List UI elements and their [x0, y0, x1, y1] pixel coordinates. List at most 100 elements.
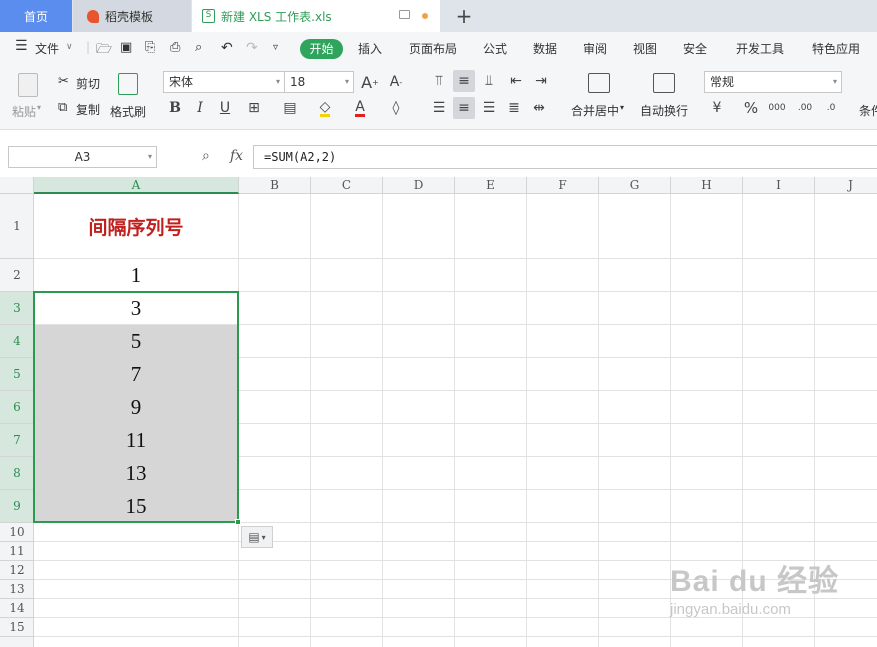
align-right-icon[interactable]: ☰ [478, 97, 500, 119]
fill-color-icon[interactable]: ◇ [314, 97, 336, 119]
menu-developer[interactable]: 开发工具 [736, 40, 784, 57]
name-box[interactable]: A3 ▾ [8, 146, 157, 168]
column-header-f[interactable]: F [527, 177, 599, 194]
decrease-decimal-icon[interactable]: .0 [820, 97, 842, 119]
justify-icon[interactable]: ≣ [503, 97, 525, 119]
menu-special[interactable]: 特色应用 [812, 40, 860, 57]
align-bottom-icon[interactable]: ⫫ [478, 70, 500, 92]
clear-format-icon[interactable]: ◊ [385, 97, 407, 119]
select-all-corner[interactable] [0, 177, 34, 194]
merge-center-icon[interactable] [588, 73, 610, 93]
chevron-down-icon[interactable]: ▾ [620, 103, 624, 112]
column-header-b[interactable]: B [239, 177, 311, 194]
row-header-14[interactable]: 14 [0, 599, 34, 618]
font-name-select[interactable]: 宋体 ▾ [163, 71, 285, 93]
italic-icon[interactable]: I [189, 97, 211, 119]
copy-button[interactable]: 复制 [76, 101, 100, 118]
open-icon[interactable]: 🗁 [96, 40, 112, 62]
increase-decimal-icon[interactable]: .00 [794, 97, 816, 119]
fx-icon[interactable]: fx [230, 148, 243, 164]
print-icon[interactable]: ⎙ [170, 40, 180, 55]
paste-options-button[interactable]: ▤ ▾ [241, 526, 273, 548]
row-header-5[interactable]: 5 [0, 358, 34, 391]
menu-insert[interactable]: 插入 [358, 40, 382, 57]
wrap-text-icon[interactable] [653, 73, 675, 93]
percent-icon[interactable]: % [740, 97, 762, 119]
format-painter-icon[interactable] [118, 73, 138, 95]
copy-icon[interactable]: ⧉ [58, 100, 67, 115]
cell-a1[interactable]: 间隔序列号 [34, 194, 238, 258]
column-header-e[interactable]: E [455, 177, 527, 194]
hamburger-icon[interactable]: ☰ [15, 38, 28, 54]
menu-file[interactable]: 文件 [35, 40, 59, 57]
align-left-icon[interactable]: ☰ [428, 97, 450, 119]
zoom-icon[interactable]: ⌕ [202, 148, 210, 164]
fill-pattern-icon[interactable]: ▤ [279, 97, 301, 119]
menu-page-layout[interactable]: 页面布局 [409, 40, 457, 57]
formula-input[interactable]: =SUM(A2,2) [253, 145, 877, 169]
row-header-3[interactable]: 3 [0, 292, 34, 325]
conditional-format-button[interactable]: 条件 [859, 102, 877, 119]
align-top-icon[interactable]: ⫪ [428, 70, 450, 92]
row-header-7[interactable]: 7 [0, 424, 34, 457]
number-format-select[interactable]: 常规 ▾ [704, 71, 842, 93]
fill-handle[interactable] [235, 519, 241, 525]
align-middle-icon[interactable]: ≡ [453, 70, 475, 92]
column-header-h[interactable]: H [671, 177, 743, 194]
tab-home[interactable]: 首页 [0, 0, 72, 32]
new-tab-button[interactable]: + [452, 0, 476, 32]
font-color-icon[interactable]: A [349, 97, 371, 119]
column-header-j[interactable]: J [815, 177, 877, 194]
thousands-icon[interactable]: 000 [766, 97, 788, 119]
borders-icon[interactable]: ⊞ [243, 97, 265, 119]
redo-icon[interactable]: ↷ [246, 40, 258, 56]
save-icon[interactable]: ▣ [120, 40, 132, 55]
paste-button[interactable]: 粘贴 [12, 103, 36, 120]
row-header-4[interactable]: 4 [0, 325, 34, 358]
row-header-13[interactable]: 13 [0, 580, 34, 599]
tab-templates[interactable]: 稻壳模板 [73, 0, 191, 32]
row-header-9[interactable]: 9 [0, 490, 34, 523]
row-header-15[interactable]: 15 [0, 618, 34, 637]
column-header-i[interactable]: I [743, 177, 815, 194]
paste-dropdown-icon[interactable]: ▾ [37, 103, 41, 112]
chevron-down-icon[interactable]: ∨ [66, 42, 73, 52]
column-header-g[interactable]: G [599, 177, 671, 194]
increase-font-icon[interactable]: A + [359, 71, 381, 93]
customize-icon[interactable]: ▿ [273, 42, 278, 53]
font-size-select[interactable]: 18 ▾ [284, 71, 354, 93]
column-header-d[interactable]: D [383, 177, 455, 194]
increase-indent-icon[interactable]: ⇥ [530, 70, 552, 92]
row-header-6[interactable]: 6 [0, 391, 34, 424]
menu-formulas[interactable]: 公式 [483, 40, 507, 57]
print-preview-icon[interactable]: ⌕ [195, 40, 202, 55]
scissors-icon[interactable]: ✂ [58, 74, 69, 89]
merge-center-button[interactable]: 合并居中 [571, 102, 619, 119]
format-painter-button[interactable]: 格式刷 [110, 103, 146, 120]
row-header-12[interactable]: 12 [0, 561, 34, 580]
menu-view[interactable]: 视图 [633, 40, 657, 57]
row-header-10[interactable]: 10 [0, 523, 34, 542]
tab-file[interactable]: S 新建 XLS 工作表.xls [192, 0, 440, 32]
bold-icon[interactable]: B [164, 97, 186, 119]
currency-icon[interactable]: ¥ [706, 97, 728, 119]
decrease-indent-icon[interactable]: ⇤ [505, 70, 527, 92]
menu-security[interactable]: 安全 [683, 40, 707, 57]
row-header-2[interactable]: 2 [0, 259, 34, 292]
column-header-a[interactable]: A [34, 177, 239, 194]
underline-icon[interactable]: U [214, 97, 236, 119]
decrease-font-icon[interactable]: A- [385, 71, 407, 93]
menu-data[interactable]: 数据 [533, 40, 557, 57]
row-header-11[interactable]: 11 [0, 542, 34, 561]
row-header-8[interactable]: 8 [0, 457, 34, 490]
monitor-icon[interactable] [399, 10, 410, 19]
undo-icon[interactable]: ↶ [221, 40, 233, 56]
export-icon[interactable]: ⎘ [145, 40, 155, 55]
row-header-1[interactable]: 1 [0, 194, 34, 259]
column-header-c[interactable]: C [311, 177, 383, 194]
wrap-text-button[interactable]: 自动换行 [640, 102, 688, 119]
cell-a2[interactable]: 1 [34, 259, 238, 291]
menu-start[interactable]: 开始 [300, 39, 343, 59]
paste-icon[interactable] [18, 73, 38, 97]
align-center-icon[interactable]: ≡ [453, 97, 475, 119]
